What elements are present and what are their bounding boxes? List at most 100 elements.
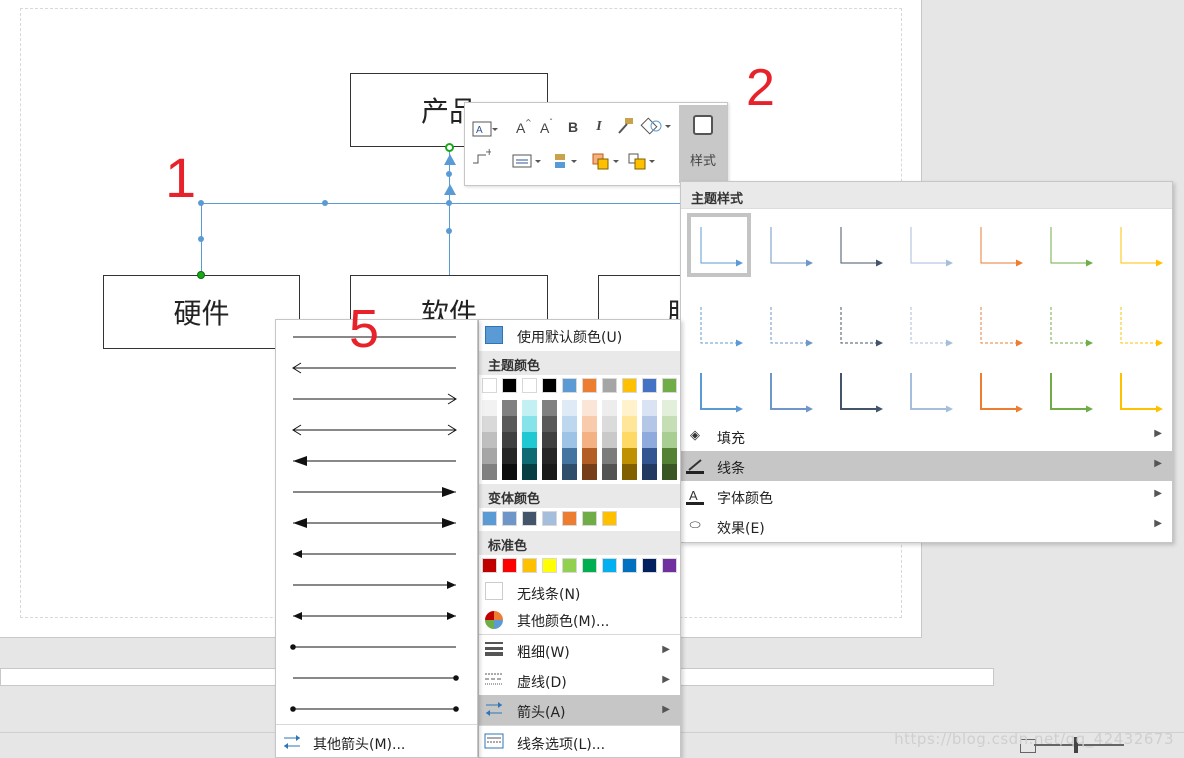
line-style-swatch[interactable] <box>757 213 821 277</box>
line-style-swatch[interactable] <box>897 293 961 357</box>
theme-shade-swatch[interactable] <box>502 464 517 480</box>
connector-handle[interactable] <box>322 200 328 206</box>
line-menu-item[interactable]: 线条 ▶ <box>681 451 1172 481</box>
connector-handle[interactable] <box>198 200 204 206</box>
hardware-box[interactable]: 硬件 <box>103 275 300 349</box>
theme-color-swatch[interactable] <box>582 378 597 393</box>
arrow-style-option[interactable] <box>293 612 456 620</box>
theme-shade-swatch[interactable] <box>482 432 497 448</box>
standard-color-swatch[interactable] <box>482 558 497 573</box>
theme-color-swatch[interactable] <box>642 378 657 393</box>
theme-shade-swatch[interactable] <box>602 432 617 448</box>
line-style-swatch[interactable] <box>897 213 961 277</box>
align-icon[interactable] <box>511 151 545 171</box>
weight-item[interactable]: 粗细(W) ▶ <box>479 635 680 665</box>
theme-shade-swatch[interactable] <box>602 448 617 464</box>
standard-color-swatch[interactable] <box>562 558 577 573</box>
line-style-swatch[interactable] <box>1107 213 1171 277</box>
theme-shade-swatch[interactable] <box>562 448 577 464</box>
line-style-swatch[interactable] <box>827 213 891 277</box>
bold-icon[interactable]: B <box>563 117 583 137</box>
variant-color-swatch[interactable] <box>522 511 537 526</box>
theme-shade-swatch[interactable] <box>642 400 657 416</box>
connector-horizontal[interactable] <box>201 203 681 204</box>
theme-shade-swatch[interactable] <box>482 464 497 480</box>
line-style-swatch[interactable] <box>897 359 961 423</box>
font-increase-icon[interactable]: A ^ <box>513 117 533 137</box>
theme-shade-swatch[interactable] <box>542 464 557 480</box>
theme-shade-swatch[interactable] <box>562 416 577 432</box>
font-color-menu-item[interactable]: A 字体颜色 ▶ <box>681 481 1172 511</box>
theme-color-swatch[interactable] <box>482 378 497 393</box>
standard-color-swatch[interactable] <box>602 558 617 573</box>
variant-color-swatch[interactable] <box>542 511 557 526</box>
fill-menu-item[interactable]: ◈ 填充 ▶ <box>681 421 1172 451</box>
variant-color-swatch[interactable] <box>602 511 617 526</box>
theme-shade-swatch[interactable] <box>582 400 597 416</box>
default-color-item[interactable]: 使用默认颜色(U) <box>479 324 680 348</box>
theme-shade-swatch[interactable] <box>502 448 517 464</box>
theme-shade-swatch[interactable] <box>582 432 597 448</box>
arrow-style-option[interactable] <box>293 675 459 681</box>
arrows-item[interactable]: 箭头(A) ▶ <box>479 695 680 725</box>
variant-color-swatch[interactable] <box>562 511 577 526</box>
theme-shade-swatch[interactable] <box>582 448 597 464</box>
dash-item[interactable]: 虚线(D) ▶ <box>479 665 680 695</box>
theme-shade-swatch[interactable] <box>602 464 617 480</box>
theme-shade-swatch[interactable] <box>662 400 677 416</box>
standard-color-swatch[interactable] <box>582 558 597 573</box>
arrow-style-option[interactable] <box>293 456 456 466</box>
more-arrows-item[interactable]: 其他箭头(M)... <box>276 724 477 758</box>
theme-shade-swatch[interactable] <box>582 464 597 480</box>
theme-shade-swatch[interactable] <box>622 448 637 464</box>
line-style-swatch[interactable] <box>967 213 1031 277</box>
theme-shade-swatch[interactable] <box>482 448 497 464</box>
arrow-style-option[interactable] <box>292 424 457 436</box>
theme-shade-swatch[interactable] <box>502 400 517 416</box>
theme-shade-swatch[interactable] <box>662 416 677 432</box>
line-style-swatch[interactable] <box>757 359 821 423</box>
theme-shade-swatch[interactable] <box>642 416 657 432</box>
theme-shade-swatch[interactable] <box>622 400 637 416</box>
arrow-style-option[interactable] <box>290 706 459 712</box>
theme-shade-swatch[interactable] <box>542 448 557 464</box>
theme-shade-swatch[interactable] <box>522 448 537 464</box>
variant-color-swatch[interactable] <box>502 511 517 526</box>
theme-color-swatch[interactable] <box>622 378 637 393</box>
line-style-swatch[interactable] <box>1037 213 1101 277</box>
variant-color-swatch[interactable] <box>582 511 597 526</box>
theme-color-swatch[interactable] <box>662 378 677 393</box>
line-style-swatch[interactable] <box>827 359 891 423</box>
theme-shade-swatch[interactable] <box>662 432 677 448</box>
italic-icon[interactable]: I <box>589 117 609 137</box>
connector-software[interactable] <box>449 148 450 275</box>
line-style-swatch[interactable] <box>967 359 1031 423</box>
theme-shade-swatch[interactable] <box>622 464 637 480</box>
theme-color-swatch[interactable] <box>502 378 517 393</box>
line-style-swatch[interactable] <box>827 293 891 357</box>
standard-color-swatch[interactable] <box>622 558 637 573</box>
connector-endpoint[interactable] <box>197 271 205 279</box>
standard-color-swatch[interactable] <box>522 558 537 573</box>
style-button[interactable]: 样式 <box>679 105 727 183</box>
theme-shade-swatch[interactable] <box>542 432 557 448</box>
theme-shade-swatch[interactable] <box>482 400 497 416</box>
theme-shade-swatch[interactable] <box>642 448 657 464</box>
connector-handle[interactable] <box>198 236 204 242</box>
variant-color-swatch[interactable] <box>482 511 497 526</box>
line-style-swatch[interactable] <box>687 359 751 423</box>
line-style-swatch[interactable] <box>1107 293 1171 357</box>
theme-shade-swatch[interactable] <box>662 464 677 480</box>
theme-shade-swatch[interactable] <box>642 432 657 448</box>
standard-color-swatch[interactable] <box>502 558 517 573</box>
connector-handle[interactable] <box>446 228 452 234</box>
more-colors-item[interactable]: 其他颜色(M)... <box>479 607 680 633</box>
line-style-swatch[interactable] <box>757 293 821 357</box>
group-icon[interactable] <box>627 151 659 171</box>
theme-color-swatch[interactable] <box>542 378 557 393</box>
arrow-style-option[interactable] <box>293 581 456 589</box>
theme-shade-swatch[interactable] <box>502 432 517 448</box>
theme-shade-swatch[interactable] <box>522 432 537 448</box>
standard-color-swatch[interactable] <box>542 558 557 573</box>
font-decrease-icon[interactable]: Aˇ <box>537 117 557 137</box>
